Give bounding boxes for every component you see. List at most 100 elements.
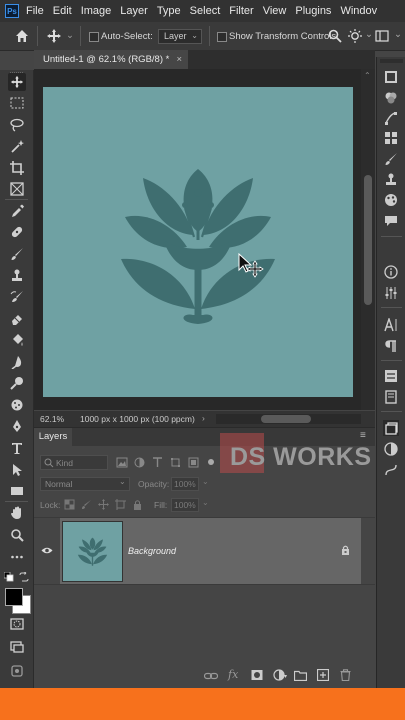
character-styles-icon[interactable] xyxy=(383,192,399,208)
hand-tool-icon[interactable] xyxy=(8,504,26,522)
vertical-scrollbar[interactable]: ⌃ xyxy=(361,69,375,410)
transform-controls-checkbox[interactable] xyxy=(217,32,227,42)
chevron-down-icon[interactable]: ⌄ xyxy=(394,29,402,40)
move-options-icon[interactable] xyxy=(46,28,62,44)
filter-toggle-icon[interactable] xyxy=(208,459,214,465)
zoom-tool-icon[interactable] xyxy=(8,526,26,544)
layers-tab[interactable]: Layers xyxy=(34,428,72,446)
quick-mask-icon[interactable] xyxy=(8,615,26,633)
chevron-down-icon[interactable]: ⌄ xyxy=(202,498,209,507)
menu-view[interactable]: View xyxy=(263,5,287,17)
horizontal-scroll-thumb[interactable] xyxy=(261,415,311,423)
swap-colors-icon[interactable] xyxy=(19,571,29,582)
chevron-down-icon[interactable]: ⌄ xyxy=(365,29,373,40)
link-layers-icon[interactable] xyxy=(204,671,218,681)
channels-panel-icon[interactable] xyxy=(383,441,399,457)
pixel-filter-icon[interactable] xyxy=(116,457,128,468)
menu-plugins[interactable]: Plugins xyxy=(295,5,331,17)
close-icon[interactable]: × xyxy=(176,50,182,69)
layer-thumbnail[interactable] xyxy=(62,521,123,582)
layer-filter-dropdown[interactable]: Kind xyxy=(40,455,108,470)
auto-select-dropdown[interactable]: Layer ⌄ xyxy=(158,29,202,44)
panel-collapse-bar[interactable] xyxy=(380,59,403,63)
menu-image[interactable]: Image xyxy=(81,5,112,17)
clone-stamp-icon[interactable] xyxy=(8,266,26,284)
menu-filter[interactable]: Filter xyxy=(229,5,253,17)
canvas[interactable] xyxy=(43,87,353,397)
chevron-down-icon[interactable]: ▾ xyxy=(284,673,287,680)
menu-window[interactable]: Windov xyxy=(340,5,377,17)
move-tool-icon[interactable] xyxy=(8,73,26,91)
shape-filter-icon[interactable] xyxy=(170,457,181,468)
foreground-color-swatch[interactable] xyxy=(5,588,23,606)
smart-object-filter-icon[interactable] xyxy=(188,457,199,468)
search-icon[interactable] xyxy=(328,29,342,43)
history-brush-icon[interactable] xyxy=(8,288,26,306)
layer-style-icon[interactable]: fx xyxy=(228,668,238,681)
lock-artboard-icon[interactable] xyxy=(115,499,126,510)
history-panel-icon[interactable] xyxy=(383,69,399,85)
discover-icon[interactable] xyxy=(346,28,364,44)
screen-mode-icon[interactable] xyxy=(8,638,26,656)
layer-name[interactable]: Background xyxy=(128,546,176,556)
menu-type[interactable]: Type xyxy=(157,5,181,17)
rectangle-tool-icon[interactable] xyxy=(8,482,26,500)
clone-source-icon[interactable] xyxy=(383,171,399,187)
healing-brush-icon[interactable] xyxy=(8,223,26,241)
workspace-icon[interactable] xyxy=(375,29,389,43)
character-panel-icon[interactable] xyxy=(383,317,399,333)
scroll-up-icon[interactable]: ⌃ xyxy=(364,71,371,80)
horizontal-scrollbar[interactable] xyxy=(216,414,361,424)
eraser-icon[interactable] xyxy=(8,310,26,328)
lock-pixels-icon[interactable] xyxy=(81,499,92,510)
paragraph-panel-icon[interactable] xyxy=(383,338,399,354)
adjustments-icon[interactable] xyxy=(383,285,399,301)
home-icon[interactable] xyxy=(14,28,30,44)
sponge-icon[interactable] xyxy=(8,396,26,414)
libraries-panel-icon[interactable] xyxy=(383,389,399,405)
fill-field[interactable]: 100% xyxy=(171,498,199,512)
chevron-down-icon[interactable]: ⌄ xyxy=(66,30,74,41)
document-tab[interactable]: Untitled-1 @ 62.1% (RGB/8) * × xyxy=(34,50,188,69)
lock-position-icon[interactable] xyxy=(98,499,109,510)
crop-tool-icon[interactable] xyxy=(8,159,26,177)
swatches-panel-icon[interactable] xyxy=(383,130,399,146)
brush-tool-icon[interactable] xyxy=(8,245,26,263)
path-selection-icon[interactable] xyxy=(8,461,26,479)
menu-edit[interactable]: Edit xyxy=(53,5,72,17)
adjustment-filter-icon[interactable] xyxy=(134,457,145,468)
frame-tool-icon[interactable] xyxy=(8,180,26,198)
status-menu-arrow[interactable]: › xyxy=(202,413,205,423)
delete-layer-icon[interactable] xyxy=(340,669,351,681)
pen-tool-icon[interactable] xyxy=(8,417,26,435)
lasso-tool-icon[interactable] xyxy=(8,116,26,134)
chevron-down-icon[interactable]: ⌄ xyxy=(202,477,209,486)
paths-icon[interactable] xyxy=(383,462,399,478)
auto-select-checkbox[interactable] xyxy=(89,32,99,42)
layers-panel-icon[interactable] xyxy=(383,420,399,436)
eyedropper-icon[interactable] xyxy=(8,202,26,220)
info-panel-icon[interactable] xyxy=(383,264,399,280)
artboard-icon[interactable] xyxy=(8,662,26,680)
menu-select[interactable]: Select xyxy=(190,5,221,17)
type-tool-icon[interactable] xyxy=(8,439,26,457)
paths-panel-icon[interactable] xyxy=(383,110,399,126)
menu-file[interactable]: File xyxy=(26,5,44,17)
vertical-scroll-thumb[interactable] xyxy=(364,175,372,305)
blend-mode-dropdown[interactable]: Normal ⌄ xyxy=(40,477,130,491)
lock-icon[interactable] xyxy=(341,545,350,555)
lock-all-icon[interactable] xyxy=(132,499,143,510)
zoom-level[interactable]: 62.1% xyxy=(40,414,64,424)
more-tools-icon[interactable] xyxy=(8,548,26,566)
comments-panel-icon[interactable] xyxy=(383,213,399,229)
type-filter-icon[interactable] xyxy=(152,457,163,468)
marquee-tool-icon[interactable] xyxy=(8,94,26,112)
menu-layer[interactable]: Layer xyxy=(120,5,148,17)
new-layer-icon[interactable] xyxy=(317,669,329,681)
eye-icon[interactable] xyxy=(41,546,53,555)
add-mask-icon[interactable] xyxy=(251,669,263,681)
properties-panel-icon[interactable] xyxy=(383,368,399,384)
color-panel-icon[interactable] xyxy=(383,90,399,106)
default-colors-icon[interactable] xyxy=(3,571,14,582)
lock-transparent-icon[interactable] xyxy=(64,499,75,510)
